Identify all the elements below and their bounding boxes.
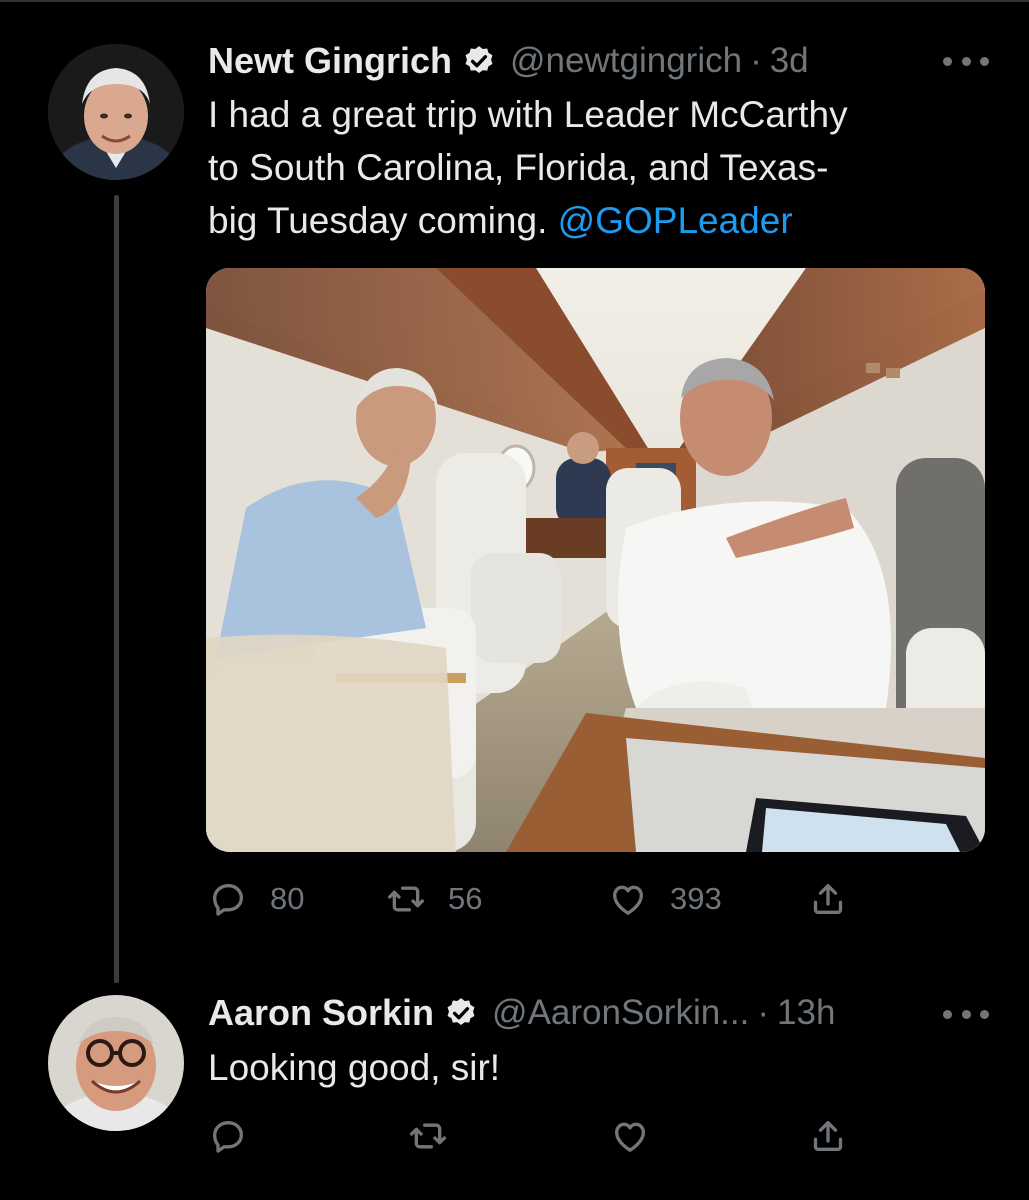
tweet-text-line: Looking good, sir! <box>208 1047 501 1088</box>
reply-count: 80 <box>270 881 305 916</box>
tweet-text-line: big Tuesday coming. @GOPLeader <box>208 194 988 247</box>
share-button[interactable] <box>808 876 848 922</box>
verified-badge-icon <box>462 44 496 78</box>
share-icon <box>813 1121 843 1151</box>
reply-button[interactable]: 80 <box>208 876 304 922</box>
author-handle[interactable]: @newtgingrich <box>510 41 742 81</box>
retweet-icon <box>410 1123 446 1149</box>
tweet-header: Aaron Sorkin @AaronSorkin... · 13h <box>208 988 835 1038</box>
tweet-aaron-sorkin[interactable]: Aaron Sorkin @AaronSorkin... · 13h Looki… <box>0 975 1029 1200</box>
tweet-photo[interactable] <box>206 268 985 852</box>
like-icon <box>613 885 643 915</box>
timestamp[interactable]: 13h <box>777 993 835 1033</box>
reply-icon <box>213 884 243 916</box>
author-name[interactable]: Aaron Sorkin <box>208 992 434 1034</box>
more-icon[interactable] <box>943 1008 989 1020</box>
like-button[interactable] <box>610 1113 650 1159</box>
tweet-text-line: I had a great trip with Leader McCarthy <box>208 94 848 135</box>
tweet-actions: 80 56 393 <box>208 876 868 922</box>
like-button[interactable]: 393 <box>608 876 722 922</box>
author-handle[interactable]: @AaronSorkin... <box>492 993 749 1033</box>
tweet-actions <box>208 1113 868 1159</box>
reply-button[interactable] <box>208 1113 248 1159</box>
more-icon[interactable] <box>943 55 989 67</box>
tweet-text: Looking good, sir! <box>208 1041 988 1094</box>
tweet-text: I had a great trip with Leader McCarthy … <box>208 88 988 247</box>
tweet-header: Newt Gingrich @newtgingrich · 3d <box>208 36 809 86</box>
like-icon <box>615 1122 645 1152</box>
mention-link[interactable]: @GOPLeader <box>558 200 793 241</box>
separator-dot: · <box>750 41 762 80</box>
avatar[interactable] <box>48 44 184 180</box>
timestamp[interactable]: 3d <box>770 41 809 81</box>
separator-dot: · <box>757 993 770 1032</box>
like-count: 393 <box>670 881 722 916</box>
author-name[interactable]: Newt Gingrich <box>208 40 452 82</box>
retweet-button[interactable] <box>408 1113 448 1159</box>
retweet-count: 56 <box>448 881 483 916</box>
retweet-icon <box>388 886 424 912</box>
tweet-text-fragment: big Tuesday coming. <box>208 200 548 241</box>
share-button[interactable] <box>808 1113 848 1159</box>
tweet-newt-gingrich[interactable]: Newt Gingrich @newtgingrich · 3d I had a… <box>0 0 1029 983</box>
verified-badge-icon <box>444 996 478 1030</box>
avatar[interactable] <box>48 995 184 1131</box>
retweet-button[interactable]: 56 <box>386 876 482 922</box>
thread-connector-line <box>114 195 119 983</box>
reply-icon <box>213 1121 243 1153</box>
share-icon <box>813 884 843 914</box>
tweet-text-line: to South Carolina, Florida, and Texas- <box>208 147 829 188</box>
